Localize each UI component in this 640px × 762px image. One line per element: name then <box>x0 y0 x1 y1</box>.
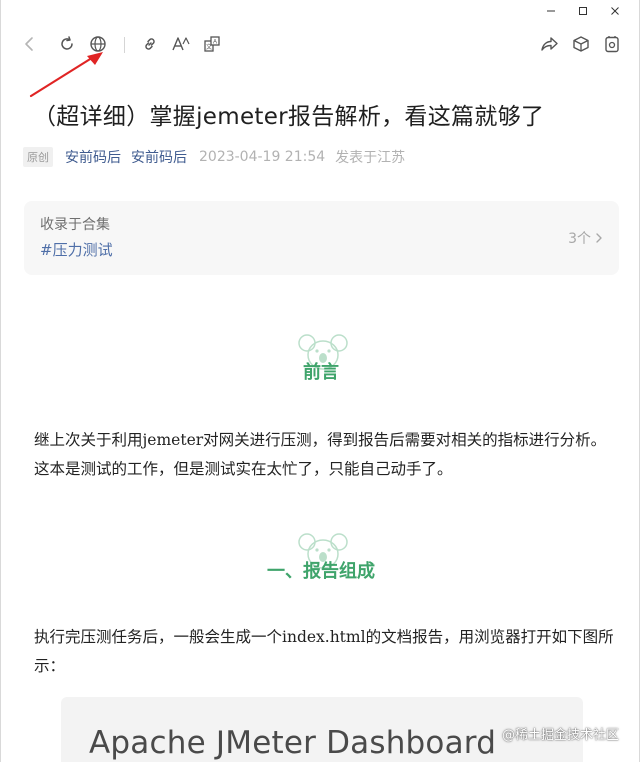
svg-text:文: 文 <box>206 43 212 51</box>
svg-text:A: A <box>213 40 217 46</box>
collection-label: 收录于合集 <box>40 217 110 233</box>
author-link[interactable]: 安前码后 <box>65 147 121 167</box>
mini-program-button[interactable] <box>600 32 624 56</box>
original-badge: 原创 <box>23 147 53 167</box>
link-icon <box>145 38 155 50</box>
article-meta: 原创 安前码后 安前码后 2023-04-19 21:54 发表于江苏 <box>23 147 405 167</box>
minimize-icon <box>547 10 555 12</box>
close-button[interactable] <box>599 2 631 20</box>
toolbar-divider <box>124 37 125 53</box>
account-link[interactable]: 安前码后 <box>131 147 187 167</box>
collection-tag[interactable]: #压力测试 <box>40 239 113 260</box>
preface-paragraph: 继上次关于利用jemeter对网关进行压测，得到报告后需要对相关的指标进行分析。… <box>34 431 607 478</box>
collection-count[interactable]: 3个 <box>568 228 603 248</box>
copy-link-button[interactable] <box>138 32 162 56</box>
preface-heading: 前言 <box>303 362 339 383</box>
share-button[interactable] <box>537 32 561 56</box>
collection-card[interactable]: 收录于合集 #压力测试 3个 <box>24 201 619 275</box>
share-icon <box>541 37 558 51</box>
minimize-button[interactable] <box>535 2 567 20</box>
font-size-icon <box>172 37 190 51</box>
translate-button[interactable]: A文 <box>200 32 224 56</box>
cube-button[interactable] <box>569 32 593 56</box>
maximize-icon <box>579 7 587 15</box>
cube-icon <box>573 36 589 52</box>
watermark: @稀土掘金技术社区 <box>501 728 619 743</box>
article-window: A文 （超详细）掌握jemeter报告解析，看这篇就够了 原创 安前码后 安前码… <box>0 0 640 762</box>
translate-icon: A文 <box>204 36 220 52</box>
article-title: （超详细）掌握jemeter报告解析，看这篇就够了 <box>33 104 545 130</box>
window-controls <box>535 2 631 20</box>
collection-count-text: 3个 <box>568 231 591 247</box>
publish-location: 发表于江苏 <box>335 150 406 166</box>
publish-date: 2023-04-19 21:54 <box>199 149 326 165</box>
font-size-button[interactable] <box>169 32 193 56</box>
annotation-arrow <box>29 52 103 98</box>
section1-paragraph: 执行完压测任务后，一般会生成一个index.html的文档报告，用浏览器打开如下… <box>34 628 614 675</box>
maximize-button[interactable] <box>567 2 599 20</box>
section1-heading: 一、报告组成 <box>267 561 375 582</box>
close-icon <box>611 7 619 15</box>
dashboard-title: Apache JMeter Dashboard <box>89 725 497 761</box>
mini-program-icon <box>605 36 619 53</box>
chevron-right-icon <box>596 233 602 243</box>
